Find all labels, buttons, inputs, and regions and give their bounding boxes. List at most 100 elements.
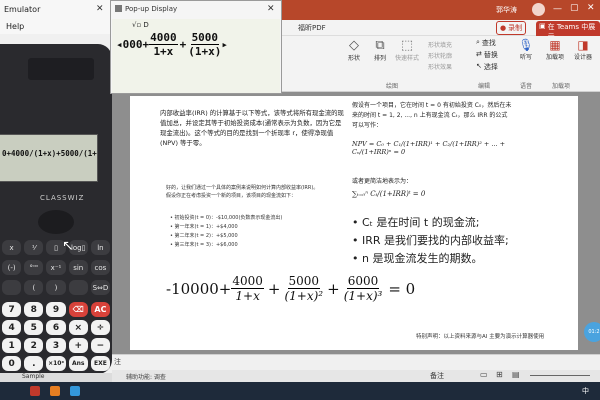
calc-key[interactable]: 9 xyxy=(46,302,66,317)
calc-key[interactable]: 8 xyxy=(24,302,44,317)
user-avatar[interactable] xyxy=(532,3,545,16)
dictate-button[interactable]: 🎙 听写 xyxy=(514,38,538,61)
cursor-icon: ▸ xyxy=(221,38,228,51)
shape-label: 形状 xyxy=(347,55,360,62)
replace-button[interactable]: ⇄ 替换 xyxy=(476,50,498,60)
solar-panel xyxy=(28,58,94,80)
record-button[interactable]: ● 录制 xyxy=(496,21,527,35)
calc-key[interactable]: ⅟ xyxy=(24,240,44,255)
emulator-menubar: Help xyxy=(0,20,112,34)
taskbar-app-icon[interactable] xyxy=(70,386,80,396)
view-sorter-icon[interactable]: ⊞ xyxy=(496,370,503,379)
key-row: 1 2 3 + − xyxy=(2,338,111,356)
status-bar: 注 xyxy=(100,354,600,370)
calc-key[interactable]: x xyxy=(2,240,22,255)
replace-label: 替换 xyxy=(483,51,498,59)
npv-formula: NPV = C₀ + C₁/(1+IRR)¹ + C₂/(1+IRR)² + .… xyxy=(352,140,506,156)
record-label: 录制 xyxy=(508,24,523,32)
calc-key[interactable]: 0 xyxy=(2,356,22,371)
sample-tab[interactable]: Sample xyxy=(0,373,112,382)
maximize-icon[interactable]: ▢ xyxy=(570,3,579,13)
zoom-slider[interactable] xyxy=(530,375,590,376)
notes-button[interactable]: 备注 xyxy=(430,371,444,381)
calc-key[interactable]: . xyxy=(24,356,44,371)
calc-key[interactable] xyxy=(68,280,88,295)
fraction-term-1: 4000 1+x xyxy=(231,274,264,303)
calc-key[interactable]: × xyxy=(68,320,88,335)
taskbar-app-icon[interactable] xyxy=(30,386,40,396)
shape-effect-button[interactable]: 形状效果 xyxy=(428,62,452,71)
calc-key[interactable]: °'" xyxy=(24,260,44,275)
calc-key[interactable]: EXE xyxy=(90,356,111,371)
calc-key[interactable] xyxy=(2,280,22,295)
list-item: • 第二年末(t = 2)：+$5,000 xyxy=(170,233,238,239)
search-icon: ⌕ xyxy=(476,38,480,46)
popup-lcd: √▫ D ◂000+ 4000 1+x + 5000 (1+x) ▸ xyxy=(112,19,280,93)
language-indicator[interactable]: 中 xyxy=(582,386,589,396)
popup-expression: ◂000+ 4000 1+x + 5000 (1+x) ▸ xyxy=(116,31,228,58)
calc-key[interactable]: ) xyxy=(46,280,66,295)
popup-fraction-2: 5000 (1+x) xyxy=(188,31,222,58)
view-reading-icon[interactable]: ▤ xyxy=(512,370,520,379)
calc-key[interactable]: sin xyxy=(68,260,88,275)
voice-group-label: 语音 xyxy=(520,83,533,90)
quick-styles-button[interactable]: ⬚ 快速样式 xyxy=(392,38,422,62)
calc-key[interactable]: AC xyxy=(90,302,111,317)
user-name[interactable]: 郭华涛 xyxy=(496,5,517,15)
view-normal-icon[interactable]: ▭ xyxy=(480,370,488,379)
calc-key[interactable]: 6 xyxy=(46,320,66,335)
doc-tab-title[interactable]: 福昕PDF xyxy=(298,23,326,33)
calc-key[interactable]: cos xyxy=(90,260,111,275)
calc-key[interactable]: 7 xyxy=(2,302,22,317)
zoom-badge[interactable]: 01:2 xyxy=(584,322,600,342)
calculator-lcd: 0+4000/(1+x)+5000/(1+x)² xyxy=(0,134,98,182)
arrange-button[interactable]: ⧉ 排列 xyxy=(368,38,392,62)
mouse-cursor-icon: ↖ xyxy=(62,238,74,254)
designer-button[interactable]: ◨ 设计器 xyxy=(570,38,596,61)
calc-key[interactable]: − xyxy=(90,338,111,353)
key-row: ( ) S⇔D xyxy=(2,280,111,298)
calc-key[interactable]: + xyxy=(68,338,88,353)
sum-formula: ∑ₜ₌₀ⁿ Cₜ/(1+IRR)ᵗ = 0 xyxy=(352,190,426,198)
calc-key[interactable]: ÷ xyxy=(90,320,111,335)
find-label: 查找 xyxy=(481,39,496,47)
calc-key[interactable]: ln xyxy=(90,240,111,255)
example-intro: 好的，让我们通过一个具体的案例来说明如何计算内部收益率(IRR)。假设你正在考虑… xyxy=(166,185,319,199)
slide-canvas[interactable]: 内部收益率(IRR) 的计算基于以下等式，该等式将所有现金流的现值加总，并设定其… xyxy=(130,96,578,350)
shape-fill-button[interactable]: 形状填充 xyxy=(428,40,452,49)
shape-outline-button[interactable]: 形状轮廓 xyxy=(428,51,452,60)
shape-button[interactable]: ◇ 形状 xyxy=(342,38,366,62)
addins-button[interactable]: ▦ 加载项 xyxy=(542,38,568,61)
calc-key[interactable]: Ans xyxy=(68,356,88,371)
microphone-icon: 🎙 xyxy=(518,38,534,52)
key-row: x ⅟ ▯ log▯ ln xyxy=(2,240,111,258)
taskbar-app-icon[interactable] xyxy=(50,386,60,396)
find-button[interactable]: ⌕ 查找 xyxy=(476,38,496,48)
calc-key[interactable]: 5 xyxy=(24,320,44,335)
calc-key[interactable]: x⁻¹ xyxy=(46,260,66,275)
mode-indicator: √▫ D xyxy=(132,21,149,29)
close-icon[interactable]: ✕ xyxy=(587,3,595,13)
quick-styles-label: 快速样式 xyxy=(394,55,419,62)
menu-help[interactable]: Help xyxy=(6,22,24,31)
accessibility-status[interactable]: 辅助功能: 调查 xyxy=(126,372,166,381)
select-button[interactable]: ↖ 选择 xyxy=(476,62,498,72)
calc-key[interactable]: S⇔D xyxy=(90,280,111,295)
close-icon[interactable]: ✕ xyxy=(96,4,104,14)
calc-key[interactable]: 3 xyxy=(46,338,66,353)
fraction-term-2: 5000 (1+x)² xyxy=(284,274,324,303)
app-icon xyxy=(115,5,122,12)
calc-key[interactable]: 4 xyxy=(2,320,22,335)
close-icon[interactable]: ✕ xyxy=(267,4,275,14)
calc-key[interactable]: ( xyxy=(24,280,44,295)
calc-key[interactable]: ⌫ xyxy=(68,302,88,317)
ribbon: ◇ 形状 ⧉ 排列 ⬚ 快速样式 形状填充 形状轮廓 形状效果 绘图 ⌕ 查找 ⇄… xyxy=(280,36,600,92)
calc-key[interactable]: (-) xyxy=(2,260,22,275)
dpad[interactable] xyxy=(38,210,74,234)
minimize-icon[interactable]: — xyxy=(553,4,562,14)
definition-list: • Cₜ 是在时间 t 的现金流; • IRR 是我们要找的内部收益率; • n… xyxy=(352,214,572,268)
calc-key[interactable]: 2 xyxy=(24,338,44,353)
calc-key[interactable]: ×10ˣ xyxy=(46,356,66,371)
calc-key[interactable]: 1 xyxy=(2,338,22,353)
ribbon-tabs: 福昕PDF ● 录制 ▣ 在 Teams 中展示 xyxy=(280,20,600,43)
